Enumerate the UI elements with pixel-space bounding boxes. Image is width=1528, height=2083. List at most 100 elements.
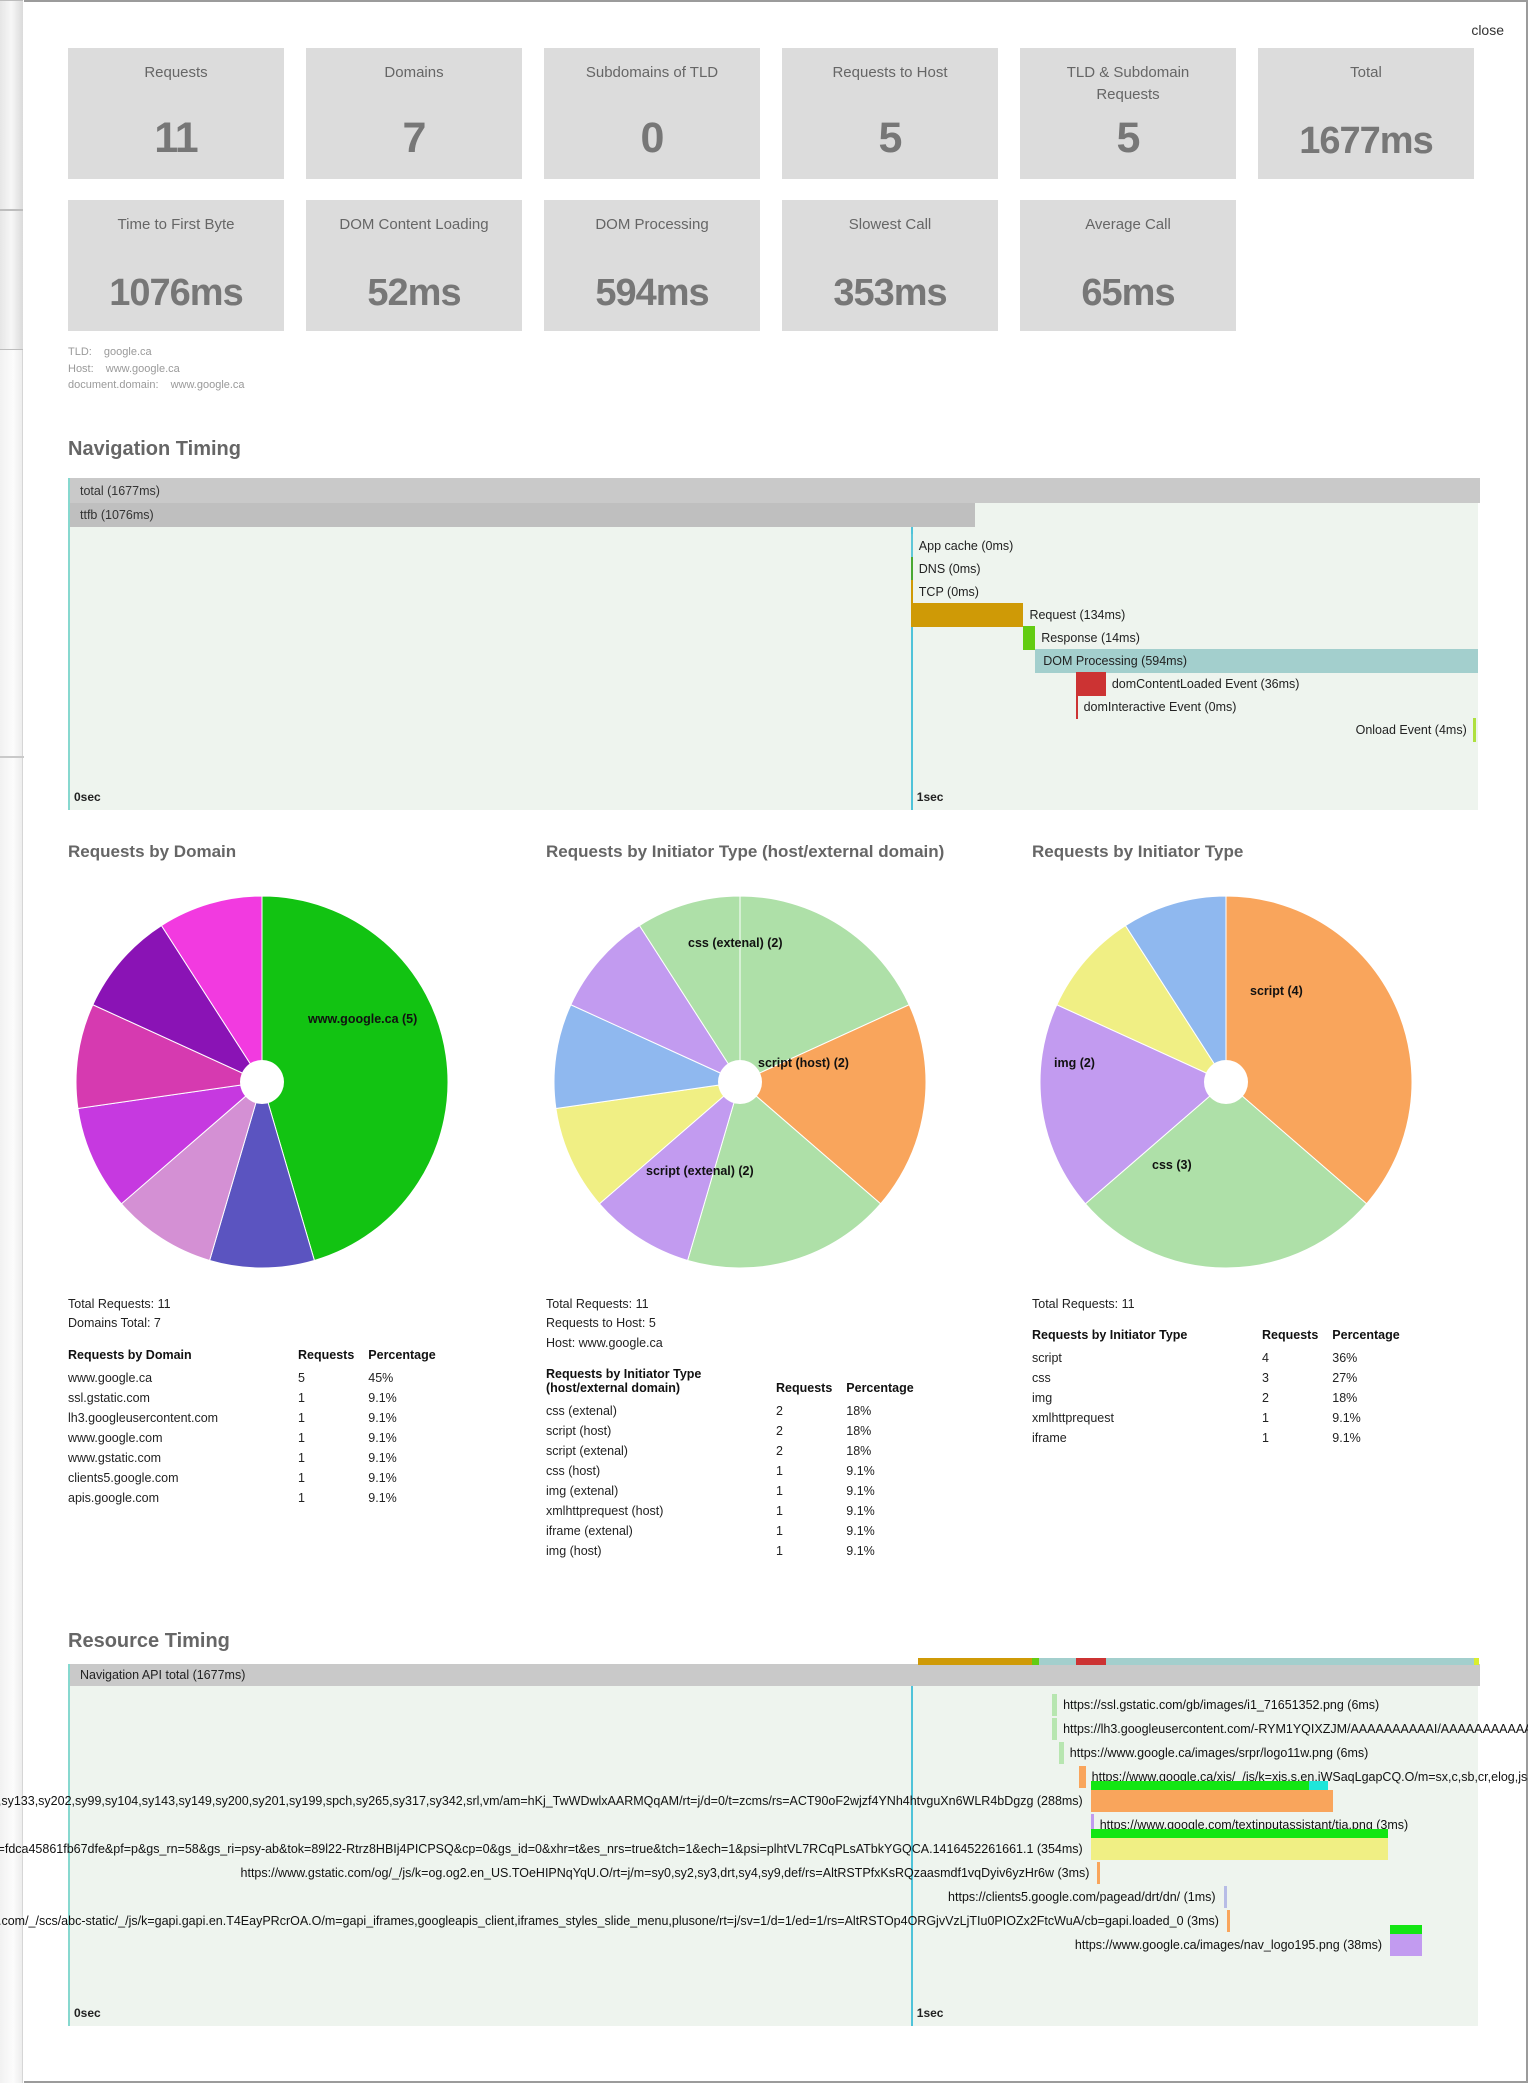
table-row: ssl.gstatic.com 1 9.1%	[68, 1389, 450, 1409]
table-row: www.google.com 1 9.1%	[68, 1429, 450, 1449]
resource-bar[interactable]	[1052, 1718, 1058, 1740]
stat-card-value: 65ms	[1081, 272, 1175, 314]
resource-axis-1sec: 1sec	[916, 2006, 944, 2020]
table-cell: 1	[776, 1524, 783, 1539]
table-cell: 9.1%	[368, 1430, 397, 1445]
resource-bar[interactable]	[1097, 1862, 1101, 1884]
close-button[interactable]: close	[1471, 22, 1504, 38]
nav-timing-label: TCP (0ms)	[918, 585, 979, 599]
chart-summary-line: Host: www.google.ca	[546, 1335, 663, 1350]
resource-bar[interactable]	[1058, 1742, 1064, 1764]
stat-card-title: Requests	[144, 64, 208, 81]
table-cell: img (host)	[546, 1544, 602, 1559]
table-cell: 27%	[1332, 1371, 1358, 1386]
table-cell: 9.1%	[368, 1490, 397, 1505]
table-cell: 9.1%	[846, 1464, 875, 1479]
resource-bar[interactable]	[1090, 1790, 1333, 1812]
resource-bar[interactable]	[1226, 1910, 1230, 1932]
pie-slice-label: script (extenal) (2)	[646, 1164, 754, 1178]
table-cell: script	[1032, 1351, 1062, 1366]
table-cell: 45%	[368, 1370, 394, 1385]
stat-card-value: 7	[402, 114, 427, 162]
stat-card-title: Domains	[384, 64, 444, 81]
table-cell: 2	[776, 1444, 783, 1459]
stat-card: Slowest Call 353ms	[782, 200, 998, 331]
navigation-timing-heading: Navigation Timing	[68, 438, 241, 460]
nav-timing-bar	[1472, 718, 1477, 742]
stat-card-value: 5	[1116, 114, 1141, 162]
stat-card-value: 353ms	[833, 272, 947, 314]
table-cell: iframe (extenal)	[546, 1524, 633, 1539]
resource-bar[interactable]	[1052, 1694, 1058, 1716]
resource-bar[interactable]	[1078, 1766, 1086, 1788]
stat-card-title: Total	[1350, 64, 1382, 81]
table-cell: 9.1%	[846, 1524, 875, 1539]
document-domain-row: document.domain: www.google.ca	[68, 377, 245, 394]
nav-ttfb-bar: ttfb (1076ms)	[70, 503, 975, 527]
nav-axis-0sec: 0sec	[74, 790, 101, 804]
nav-timing-label: Response (14ms)	[1041, 631, 1140, 645]
stat-card-title: Average Call	[1085, 216, 1171, 233]
host-label: Host:	[68, 362, 94, 375]
pie-center-hole	[718, 1060, 762, 1104]
table-cell: clients5.google.com	[68, 1470, 179, 1485]
table-cell: 2	[1262, 1391, 1269, 1406]
table-row: css 3 27%	[1032, 1369, 1414, 1389]
table-cell: 9.1%	[1332, 1431, 1361, 1446]
chart-summary: Total Requests: 11 Domains Total: 7	[68, 1295, 538, 1334]
table-cell: 1	[298, 1490, 305, 1505]
table-cell: 1	[776, 1544, 783, 1559]
nav-timing-row: Request (134ms)	[910, 603, 1125, 627]
table-cell: 1	[1262, 1431, 1269, 1446]
resource-bar[interactable]	[1090, 1838, 1389, 1860]
resource-total-bar: Navigation API total (1677ms)	[70, 1664, 1480, 1686]
host-value: www.google.ca	[105, 362, 180, 375]
stat-card: Subdomains of TLD 0	[544, 48, 760, 179]
chart-requests-by-domain: Requests by Domain www.google.ca (5) Total…	[68, 842, 538, 1509]
table-cell: img	[1032, 1391, 1053, 1406]
table-row: iframe 1 9.1%	[1032, 1429, 1414, 1449]
table-cell: www.google.ca	[68, 1370, 153, 1385]
stat-card-title: DOM Processing	[595, 216, 709, 233]
stat-card-value: 1076ms	[109, 272, 243, 314]
stat-card: Time to First Byte 1076ms	[68, 200, 284, 331]
browser-scrollbar[interactable]	[0, 0, 24, 2083]
resource-label: 145,sy147,sy111,sy133,sy202,sy99,sy104,s…	[0, 1794, 1083, 1808]
stat-card-title: DOM Content Loading	[339, 216, 489, 233]
table-cell: 18%	[846, 1424, 872, 1439]
chart-data-table: Requests by Initiator Type (host/externa…	[546, 1367, 928, 1562]
stat-card-value: 0	[640, 114, 665, 162]
table-cell: 1	[298, 1430, 305, 1445]
table-cell: 18%	[846, 1444, 872, 1459]
resource-total-segment	[1105, 1658, 1475, 1665]
pie-chart: css (extenal) (2) script (host) (2) script…	[546, 884, 936, 1279]
table-cell: 1	[298, 1450, 305, 1465]
stat-card: Requests to Host 5	[782, 48, 998, 179]
resource-label: https://lh3.googleusercontent.com/-RYM1Y…	[1063, 1722, 1528, 1736]
table-cell: 1	[776, 1504, 783, 1519]
chart-title: Requests by Initiator Type	[1032, 842, 1244, 861]
tld-row: TLD: google.ca	[68, 344, 245, 361]
table-row: script (extenal) 2 18%	[546, 1442, 928, 1462]
nav-timing-row: Onload Event (4ms)	[1356, 718, 1477, 742]
stat-card-value: 1677ms	[1299, 120, 1433, 162]
scrollbar-thumb-bottom[interactable]	[0, 210, 23, 350]
resource-label: https://clients5.google.com/pagead/drt/d…	[948, 1890, 1216, 1904]
resource-bar[interactable]	[1390, 1934, 1422, 1956]
table-header-row: Requests by Domain Requests Percentage	[68, 1348, 450, 1369]
table-header-cell: Requests by Initiator Type	[1032, 1328, 1188, 1343]
resource-sub-bar	[1090, 1781, 1310, 1790]
document-domain-label: document.domain:	[68, 379, 159, 391]
stat-card-title: Time to First Byte	[117, 216, 235, 233]
resource-timing-chart: Navigation API total (1677ms) https://ssl…	[0, 1658, 1528, 2026]
nav-timing-label: Onload Event (4ms)	[1355, 723, 1467, 737]
resource-bar[interactable]	[1223, 1886, 1227, 1908]
table-header-row: Requests by Initiator Type Requests Percen…	[1032, 1328, 1414, 1349]
table-header-cell: Requests by Domain	[68, 1347, 192, 1362]
table-cell: css	[1032, 1371, 1051, 1386]
table-header-cell: Requests	[1262, 1328, 1319, 1343]
resource-sub-bar	[1090, 1829, 1389, 1838]
table-cell: 9.1%	[368, 1410, 397, 1425]
nav-total-label: total (1677ms)	[80, 483, 160, 498]
scrollbar-thumb-top[interactable]	[0, 0, 23, 210]
